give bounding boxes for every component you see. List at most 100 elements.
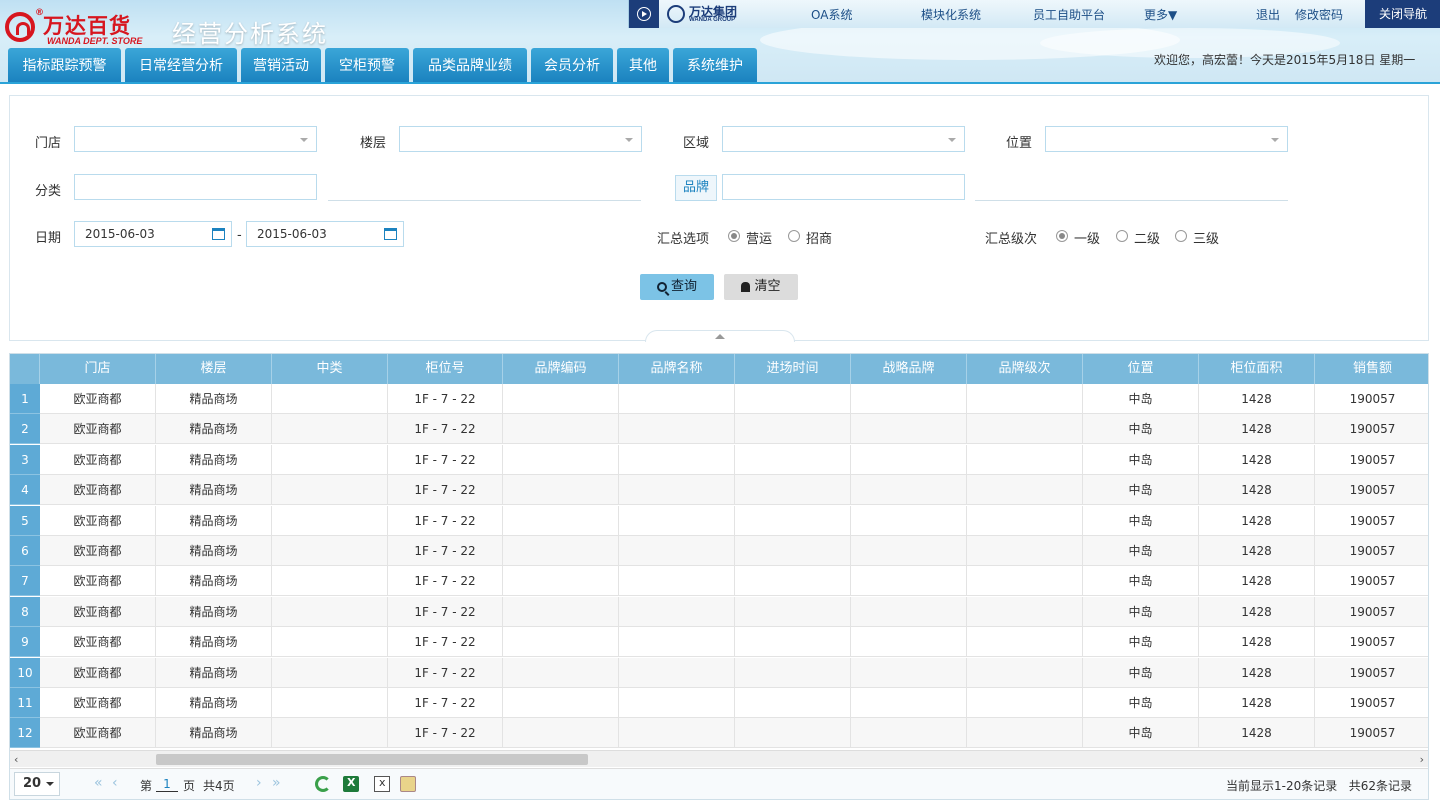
table-cell xyxy=(503,688,619,718)
radio-level-2[interactable] xyxy=(1116,230,1128,242)
tab-other[interactable]: 其他 xyxy=(617,48,669,82)
prev-page-icon[interactable]: ‹ xyxy=(112,775,118,791)
table-row[interactable]: 3 欧亚商都 精品商场 1F - 7 - 22 中岛 1428 190057 xyxy=(10,444,1428,475)
column-header[interactable]: 进场时间 xyxy=(735,354,851,384)
row-number: 10 xyxy=(10,657,40,688)
column-header[interactable]: 战略品牌 xyxy=(851,354,967,384)
radio-operations[interactable] xyxy=(728,230,740,242)
tab-indicator-warning[interactable]: 指标跟踪预警 xyxy=(8,48,121,82)
calendar-icon[interactable] xyxy=(212,228,225,240)
logout-link[interactable]: 退出 xyxy=(1256,6,1280,23)
radio-level-3[interactable] xyxy=(1175,230,1187,242)
date-to-input[interactable]: 2015-06-03 xyxy=(246,221,404,247)
tab-empty-counter-warning[interactable]: 空柜预警 xyxy=(325,48,409,82)
collapse-filter-toggle[interactable] xyxy=(645,330,795,342)
category-detail-field[interactable] xyxy=(328,200,641,201)
table-row[interactable]: 2 欧亚商都 精品商场 1F - 7 - 22 中岛 1428 190057 xyxy=(10,414,1428,445)
tab-marketing[interactable]: 营销活动 xyxy=(241,48,321,82)
employee-self-service-link[interactable]: 员工自助平台 xyxy=(1033,6,1105,23)
table-cell: 欧亚商都 xyxy=(40,657,156,688)
play-button[interactable] xyxy=(629,0,659,28)
column-header[interactable]: 楼层 xyxy=(156,354,272,384)
refresh-icon[interactable] xyxy=(315,776,331,792)
close-nav-button[interactable]: 关闭导航 xyxy=(1365,0,1440,28)
table-cell: 精品商场 xyxy=(156,657,272,688)
modular-system-link[interactable]: 模块化系统 xyxy=(921,6,981,23)
filter-panel: 门店 楼层 区域 位置 分类 品牌 日期 2015-06-03 - 2015-0… xyxy=(9,95,1429,341)
current-page-input[interactable]: 1 xyxy=(156,776,178,792)
table-row[interactable]: 1 欧亚商都 精品商场 1F - 7 - 22 中岛 1428 190057 xyxy=(10,384,1428,414)
page-size-select[interactable]: 20 xyxy=(14,772,60,796)
column-header[interactable]: 位置 xyxy=(1083,354,1199,384)
print-icon[interactable] xyxy=(400,776,416,792)
column-header[interactable]: 柜位面积 xyxy=(1199,354,1315,384)
date-label: 日期 xyxy=(35,231,62,246)
row-number: 12 xyxy=(10,718,40,749)
column-header[interactable]: 品牌级次 xyxy=(967,354,1083,384)
radio-level-1[interactable] xyxy=(1056,230,1068,242)
chevron-down-icon xyxy=(948,138,956,142)
table-row[interactable]: 11 欧亚商都 精品商场 1F - 7 - 22 中岛 1428 190057 xyxy=(10,688,1428,718)
excel-export-icon[interactable] xyxy=(343,776,359,792)
first-page-icon[interactable]: « xyxy=(94,775,103,791)
column-header[interactable]: 门店 xyxy=(40,354,156,384)
change-password-link[interactable]: 修改密码 xyxy=(1295,6,1343,23)
oa-system-link[interactable]: OA系统 xyxy=(811,6,852,23)
area-select[interactable] xyxy=(722,126,965,152)
date-from-input[interactable]: 2015-06-03 xyxy=(74,221,232,247)
next-page-icon[interactable]: › xyxy=(256,775,262,791)
table-cell xyxy=(851,505,967,536)
row-number: 11 xyxy=(10,688,40,718)
table-cell: 精品商场 xyxy=(156,627,272,658)
category-input[interactable] xyxy=(74,174,317,200)
scroll-left-icon[interactable]: ‹ xyxy=(14,753,18,766)
table-cell xyxy=(619,627,735,658)
calendar-icon[interactable] xyxy=(384,228,397,240)
table-cell xyxy=(967,414,1083,445)
table-cell: 欧亚商都 xyxy=(40,596,156,627)
floor-select[interactable] xyxy=(399,126,642,152)
table-row[interactable]: 4 欧亚商都 精品商场 1F - 7 - 22 中岛 1428 190057 xyxy=(10,475,1428,506)
table-row[interactable]: 10 欧亚商都 精品商场 1F - 7 - 22 中岛 1428 190057 xyxy=(10,657,1428,688)
row-number: 3 xyxy=(10,444,40,475)
radio-merchants[interactable] xyxy=(788,230,800,242)
more-menu[interactable]: 更多▼ xyxy=(1144,6,1177,23)
tab-daily-analysis[interactable]: 日常经营分析 xyxy=(125,48,237,82)
table-cell: 精品商场 xyxy=(156,444,272,475)
table-cell: 欧亚商都 xyxy=(40,444,156,475)
column-header[interactable]: 品牌编码 xyxy=(503,354,619,384)
horizontal-scrollbar[interactable]: ‹ › xyxy=(10,750,1428,767)
table-cell xyxy=(619,657,735,688)
tab-member-analysis[interactable]: 会员分析 xyxy=(531,48,613,82)
table-cell: 1F - 7 - 22 xyxy=(388,566,503,597)
column-header[interactable]: 柜位号 xyxy=(388,354,503,384)
position-select[interactable] xyxy=(1045,126,1288,152)
table-row[interactable]: 6 欧亚商都 精品商场 1F - 7 - 22 中岛 1428 190057 xyxy=(10,536,1428,566)
table-cell xyxy=(967,384,1083,414)
search-button[interactable]: 查询 xyxy=(640,274,714,300)
export-file-icon[interactable] xyxy=(374,776,390,792)
store-select[interactable] xyxy=(74,126,317,152)
last-page-icon[interactable]: » xyxy=(272,775,281,791)
table-row[interactable]: 9 欧亚商都 精品商场 1F - 7 - 22 中岛 1428 190057 xyxy=(10,627,1428,658)
table-cell: 1F - 7 - 22 xyxy=(388,718,503,749)
table-row[interactable]: 7 欧亚商都 精品商场 1F - 7 - 22 中岛 1428 190057 xyxy=(10,566,1428,597)
brand-input[interactable] xyxy=(722,174,965,200)
column-header[interactable]: 中类 xyxy=(272,354,388,384)
scrollbar-thumb[interactable] xyxy=(156,754,588,765)
table-row[interactable]: 8 欧亚商都 精品商场 1F - 7 - 22 中岛 1428 190057 xyxy=(10,596,1428,627)
column-header[interactable]: 品牌名称 xyxy=(619,354,735,384)
table-row[interactable]: 12 欧亚商都 精品商场 1F - 7 - 22 中岛 1428 190057 xyxy=(10,718,1428,749)
tab-category-brand[interactable]: 品类品牌业绩 xyxy=(413,48,527,82)
brand-detail-field[interactable] xyxy=(975,200,1288,201)
clear-button[interactable]: 清空 xyxy=(724,274,798,300)
tab-system-maintenance[interactable]: 系统维护 xyxy=(673,48,757,82)
table-cell xyxy=(619,475,735,506)
table-row[interactable]: 5 欧亚商都 精品商场 1F - 7 - 22 中岛 1428 190057 xyxy=(10,505,1428,536)
table-cell xyxy=(851,718,967,749)
scroll-right-icon[interactable]: › xyxy=(1420,753,1424,766)
column-header[interactable]: 销售额 xyxy=(1315,354,1428,384)
table-cell: 中岛 xyxy=(1083,444,1199,475)
table-cell: 1F - 7 - 22 xyxy=(388,414,503,445)
table-cell: 中岛 xyxy=(1083,657,1199,688)
